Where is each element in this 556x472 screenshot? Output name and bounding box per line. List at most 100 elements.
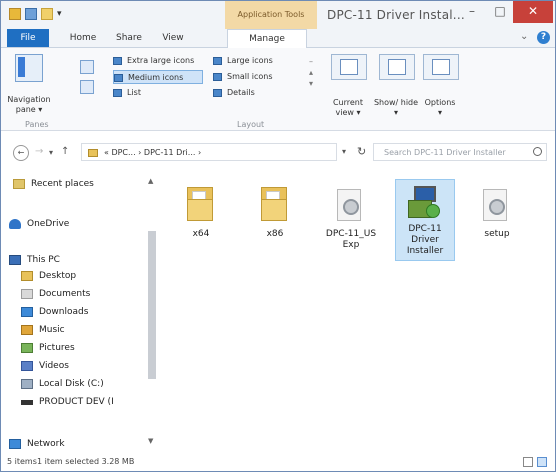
address-bar[interactable]: « DPC... › DPC-11 Dri... › (81, 143, 337, 161)
title-bar: ▾ Application Tools DPC-11 Driver Instal… (1, 1, 555, 29)
nav-item-label: Local Disk (C:) (39, 379, 104, 389)
nav-item-label: Music (39, 325, 65, 335)
downloads-folder-icon (21, 307, 33, 317)
search-input[interactable]: Search DPC-11 Driver Installer (373, 143, 547, 161)
nav-item-onedrive[interactable]: OneDrive (9, 217, 69, 231)
status-selection-info: 1 item selected 3.28 MB (37, 457, 135, 466)
current-view-button[interactable]: Current view ▾ (323, 98, 373, 118)
nav-item-documents[interactable]: Documents (21, 287, 90, 301)
nav-pane-scrollbar[interactable]: ▲ ▼ (147, 173, 157, 451)
scrollbar-thumb[interactable] (148, 231, 156, 379)
file-name: x64 (192, 229, 210, 239)
forward-button[interactable]: → (35, 146, 43, 157)
details-view-icon[interactable] (523, 457, 533, 467)
options-button[interactable]: Options ▾ (415, 98, 465, 118)
navigation-pane: Recent places OneDrive This PC Desktop D… (1, 173, 163, 451)
ribbon-tabs: File Home Share View Manage ⌄ ? (1, 29, 555, 49)
help-icon[interactable]: ? (537, 31, 550, 44)
tab-home[interactable]: Home (63, 29, 103, 47)
pictures-folder-icon (21, 343, 33, 353)
layout-large-icons[interactable]: Large icons (213, 54, 273, 68)
layout-medium-icons[interactable]: Medium icons (113, 70, 203, 84)
nav-item-label: OneDrive (27, 219, 70, 229)
folder-icon (187, 187, 213, 221)
nav-item-this-pc[interactable]: This PC (9, 253, 60, 267)
options-label: Options (424, 98, 456, 107)
scroll-down-icon[interactable]: ▼ (148, 437, 153, 445)
address-dropdown-chevron-icon[interactable]: ▾ (342, 147, 346, 156)
tab-manage[interactable]: Manage (227, 29, 307, 49)
tab-view[interactable]: View (151, 29, 195, 47)
layout-small-icons[interactable]: Small icons (213, 70, 273, 84)
search-icon[interactable] (533, 147, 542, 156)
nav-item-videos[interactable]: Videos (21, 359, 69, 373)
documents-folder-icon (21, 289, 33, 299)
nav-item-product-dev[interactable]: PRODUCT DEV (I (21, 395, 114, 409)
navigation-pane-button[interactable]: Navigation pane ▾ (1, 95, 57, 115)
customize-toolbar-chevron-icon[interactable]: ▾ (57, 8, 65, 20)
group-label-layout: Layout (237, 120, 265, 129)
show-hide-icon[interactable] (379, 54, 415, 80)
search-placeholder: Search DPC-11 Driver Installer (384, 148, 506, 157)
layout-gallery-scroll-icon[interactable]: – ▴ ▾ (306, 56, 316, 89)
nav-item-label: Videos (39, 361, 69, 371)
minimize-ribbon-chevron-icon[interactable]: ⌄ (520, 31, 528, 42)
details-pane-icon[interactable] (80, 80, 94, 94)
layout-details[interactable]: Details (213, 86, 255, 100)
refresh-button[interactable]: ↻ (357, 145, 366, 158)
file-item-dpc11-us-exp[interactable]: DPC-11_US Exp (323, 179, 379, 269)
new-folder-icon[interactable] (41, 8, 53, 20)
status-item-count: 5 items (7, 457, 37, 466)
nav-item-label: Desktop (39, 271, 77, 281)
navigation-pane-icon[interactable] (15, 54, 43, 82)
ribbon-view: Navigation pane ▾ Extra large icons Larg… (1, 48, 555, 131)
nav-item-label: PRODUCT DEV (I (39, 397, 114, 407)
large-icons-view-icon[interactable] (537, 457, 547, 467)
file-item-x86[interactable]: x86 (247, 179, 303, 269)
current-view-icon[interactable] (331, 54, 367, 80)
maximize-button[interactable]: □ (487, 1, 513, 23)
installer-app-icon (408, 186, 442, 222)
nav-item-label: This PC (27, 255, 60, 265)
options-icon[interactable] (423, 54, 459, 80)
recent-locations-button[interactable]: ▾ (49, 148, 53, 157)
nav-item-pictures[interactable]: Pictures (21, 341, 75, 355)
layout-extra-large-icons[interactable]: Extra large icons (113, 54, 194, 68)
layout-list[interactable]: List (113, 86, 141, 100)
options-dropdown-arrow: ▾ (437, 108, 442, 117)
nav-item-desktop[interactable]: Desktop (21, 269, 76, 283)
nav-item-recent-places[interactable]: Recent places (13, 177, 94, 191)
file-item-dpc11-driver-installer[interactable]: DPC-11 Driver Installer (395, 179, 455, 261)
nav-item-label: Documents (39, 289, 91, 299)
network-icon (9, 439, 21, 449)
nav-item-music[interactable]: Music (21, 323, 65, 337)
file-name: DPC-11 Driver Installer (406, 224, 444, 256)
show-hide-button[interactable]: Show/ hide ▾ (371, 98, 421, 118)
videos-folder-icon (21, 361, 33, 371)
nav-item-downloads[interactable]: Downloads (21, 305, 88, 319)
file-item-setup[interactable]: setup (469, 179, 525, 269)
file-item-x64[interactable]: x64 (173, 179, 229, 269)
group-label-panes: Panes (25, 120, 49, 129)
properties-icon[interactable] (25, 8, 37, 20)
preview-pane-icon[interactable] (80, 60, 94, 74)
address-row: ← → ▾ ↑ « DPC... › DPC-11 Dri... › ▾ ↻ S… (1, 141, 555, 165)
file-name: DPC-11_US Exp (325, 229, 377, 250)
status-bar: 5 items 1 item selected 3.28 MB (1, 453, 555, 471)
nav-item-label: Network (27, 439, 65, 449)
settings-file-icon (481, 189, 511, 223)
nav-item-local-disk[interactable]: Local Disk (C:) (21, 377, 104, 391)
usb-drive-icon (21, 400, 33, 405)
back-button[interactable]: ← (13, 145, 29, 161)
minimize-button[interactable]: – (459, 1, 485, 23)
up-button[interactable]: ↑ (61, 146, 69, 157)
scroll-up-icon[interactable]: ▲ (148, 177, 153, 185)
tab-share[interactable]: Share (109, 29, 149, 47)
file-name: setup (484, 229, 510, 239)
close-button[interactable]: ✕ (513, 1, 553, 23)
tab-file[interactable]: File (7, 29, 49, 47)
nav-item-network[interactable]: Network (9, 437, 65, 451)
music-folder-icon (21, 325, 33, 335)
nav-item-label: Pictures (39, 343, 75, 353)
desktop-folder-icon (21, 271, 33, 281)
